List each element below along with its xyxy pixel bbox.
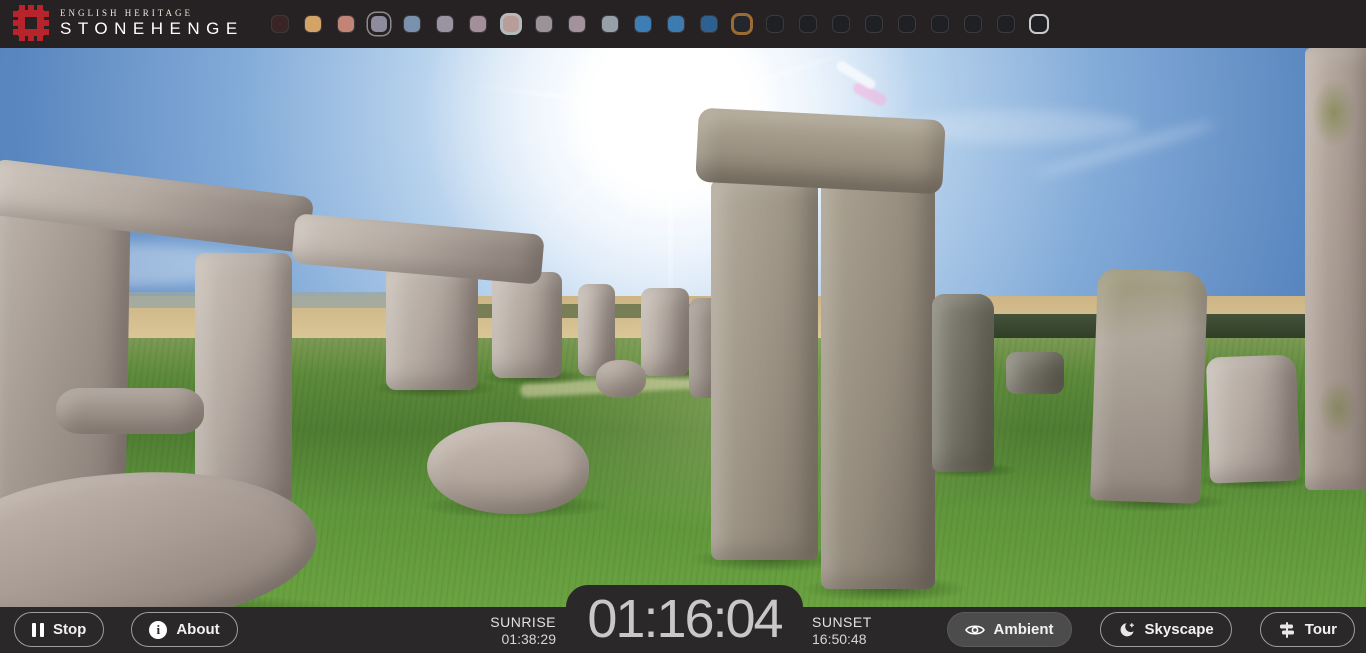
brand-line2: STONEHENGE (60, 19, 244, 39)
sunset-block: SUNSET 16:50:48 (812, 614, 952, 648)
sunrise-block: SUNRISE 01:38:29 (428, 614, 556, 648)
clock-panel: 01:16:04 (566, 585, 803, 653)
about-button[interactable]: i About (131, 612, 237, 647)
about-button-label: About (176, 621, 219, 638)
hour-swatch-2[interactable] (338, 16, 354, 32)
hour-swatch-4[interactable] (404, 16, 420, 32)
hour-swatch-10[interactable] (602, 16, 618, 32)
hour-swatch-16[interactable] (800, 16, 816, 32)
trilithon-lintel (695, 108, 946, 195)
sunrise-time: 01:38:29 (428, 631, 556, 648)
trilithon-upright (711, 180, 818, 560)
stone-upright (492, 272, 562, 378)
tour-button[interactable]: Tour (1260, 612, 1355, 647)
hour-swatch-17[interactable] (833, 16, 849, 32)
bottom-control-bar: Stop i About SUNRISE 01:38:29 01:16:04 S… (0, 607, 1366, 653)
hour-swatch-21[interactable] (965, 16, 981, 32)
moss-patch (1312, 78, 1356, 148)
brand: ENGLISH HERITAGE STONEHENGE (12, 4, 244, 42)
stone-upright (195, 253, 292, 505)
top-bar: ENGLISH HERITAGE STONEHENGE (0, 0, 1366, 48)
sunset-label: SUNSET (812, 614, 952, 631)
hour-swatch-6[interactable] (470, 16, 486, 32)
trilithon-upright (821, 153, 935, 589)
sunrise-label: SUNRISE (428, 614, 556, 631)
english-heritage-logo-icon (12, 4, 50, 42)
hour-swatch-22[interactable] (998, 16, 1014, 32)
playback-buttons: Stop i About (14, 612, 238, 647)
hour-swatch-13[interactable] (701, 16, 717, 32)
simulation-clock: 01:16:04 (587, 589, 781, 649)
mode-buttons: Ambient Skyscape (947, 612, 1355, 647)
skyscape-button[interactable]: Skyscape (1100, 612, 1232, 647)
stone-upright (386, 266, 478, 390)
fallen-stone (56, 388, 204, 434)
hour-swatch-23[interactable] (1031, 16, 1047, 32)
eye-icon (965, 623, 985, 637)
hour-swatch-3[interactable] (371, 16, 387, 32)
hour-swatch-11[interactable] (635, 16, 651, 32)
stop-button-label: Stop (53, 621, 86, 638)
hour-swatch-row (272, 16, 1047, 32)
hour-swatch-7[interactable] (503, 16, 519, 32)
brand-line1: ENGLISH HERITAGE (60, 7, 244, 19)
hour-swatch-15[interactable] (767, 16, 783, 32)
stone (1006, 352, 1064, 394)
skyscape-button-label: Skyscape (1145, 621, 1214, 638)
info-icon: i (149, 621, 167, 639)
skyscape-app: ENGLISH HERITAGE STONEHENGE (0, 0, 1366, 653)
hour-swatch-19[interactable] (899, 16, 915, 32)
stone-upright (1090, 268, 1208, 504)
hour-swatch-1[interactable] (305, 16, 321, 32)
moss-patch (1318, 378, 1358, 438)
stone-upright (641, 288, 689, 376)
hour-swatch-14[interactable] (734, 16, 750, 32)
hour-swatch-12[interactable] (668, 16, 684, 32)
ambient-button[interactable]: Ambient (947, 612, 1072, 647)
hour-swatch-9[interactable] (569, 16, 585, 32)
stone-upright (932, 294, 994, 472)
hour-swatch-20[interactable] (932, 16, 948, 32)
stop-button[interactable]: Stop (14, 612, 104, 647)
moon-sparkle-icon (1118, 621, 1136, 639)
brand-text: ENGLISH HERITAGE STONEHENGE (60, 7, 244, 39)
stonehenge-panorama-viewer[interactable] (0, 48, 1366, 607)
ambient-button-label: Ambient (994, 621, 1054, 638)
boulder (427, 422, 589, 514)
tour-button-label: Tour (1305, 621, 1337, 638)
hour-swatch-18[interactable] (866, 16, 882, 32)
hour-swatch-8[interactable] (536, 16, 552, 32)
sunset-time: 16:50:48 (812, 631, 952, 648)
stone-upright (1206, 354, 1300, 483)
fallen-stone (596, 360, 646, 398)
hour-swatch-5[interactable] (437, 16, 453, 32)
pause-icon (32, 623, 44, 637)
signpost-icon (1278, 621, 1296, 639)
hour-swatch-0[interactable] (272, 16, 288, 32)
